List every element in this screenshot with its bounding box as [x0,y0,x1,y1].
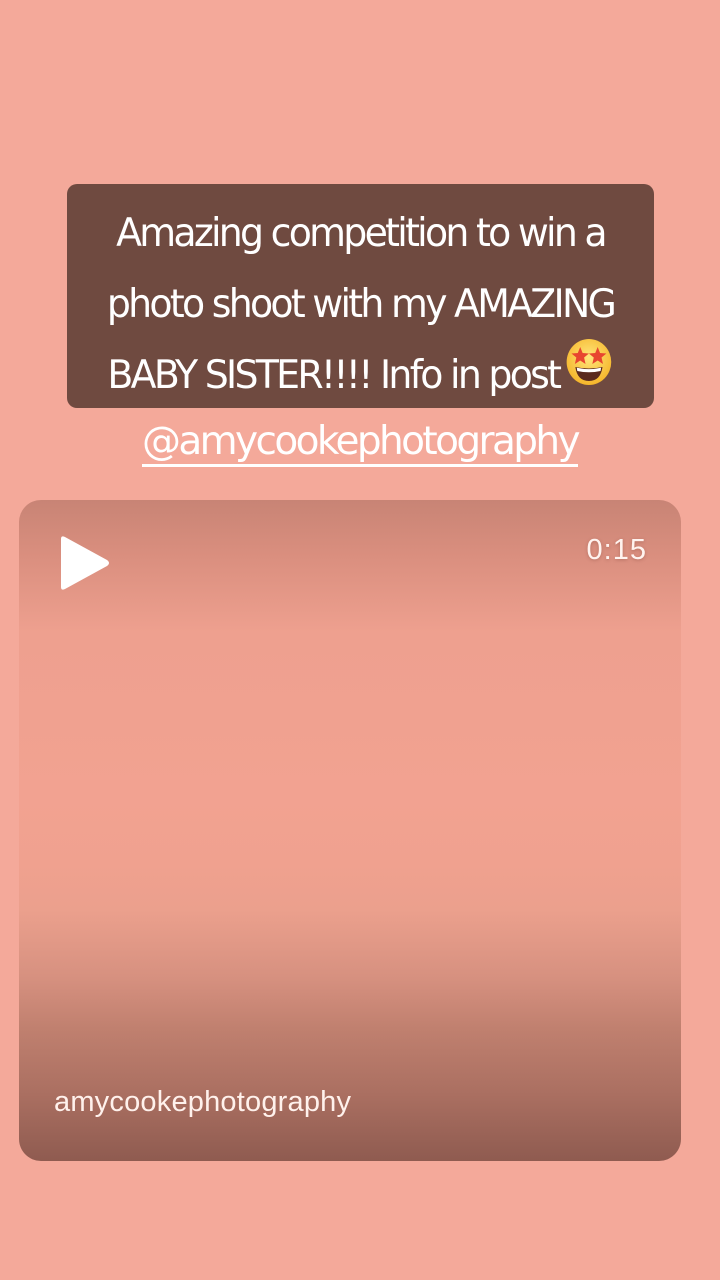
star-struck-emoji-icon [565,337,613,410]
caption-line-3-text: BABY SISTER!!!! Info in post [107,353,562,398]
mention-link[interactable]: @amycookephotography [0,414,720,470]
caption-line-2: photo shoot with my AMAZING [106,282,617,327]
video-username[interactable]: amycookephotography [54,1086,351,1119]
caption-line-1: Amazing competition to win a [116,211,608,256]
caption-box: Amazing competition to win a photo shoot… [67,184,654,408]
caption-line-3: BABY SISTER!!!! Info in post [86,337,636,411]
mention-text[interactable]: @amycookephotography [141,419,581,467]
video-card[interactable]: 0:15 amycookephotography [19,500,681,1161]
video-duration: 0:15 [586,534,647,566]
play-icon[interactable] [55,533,115,593]
